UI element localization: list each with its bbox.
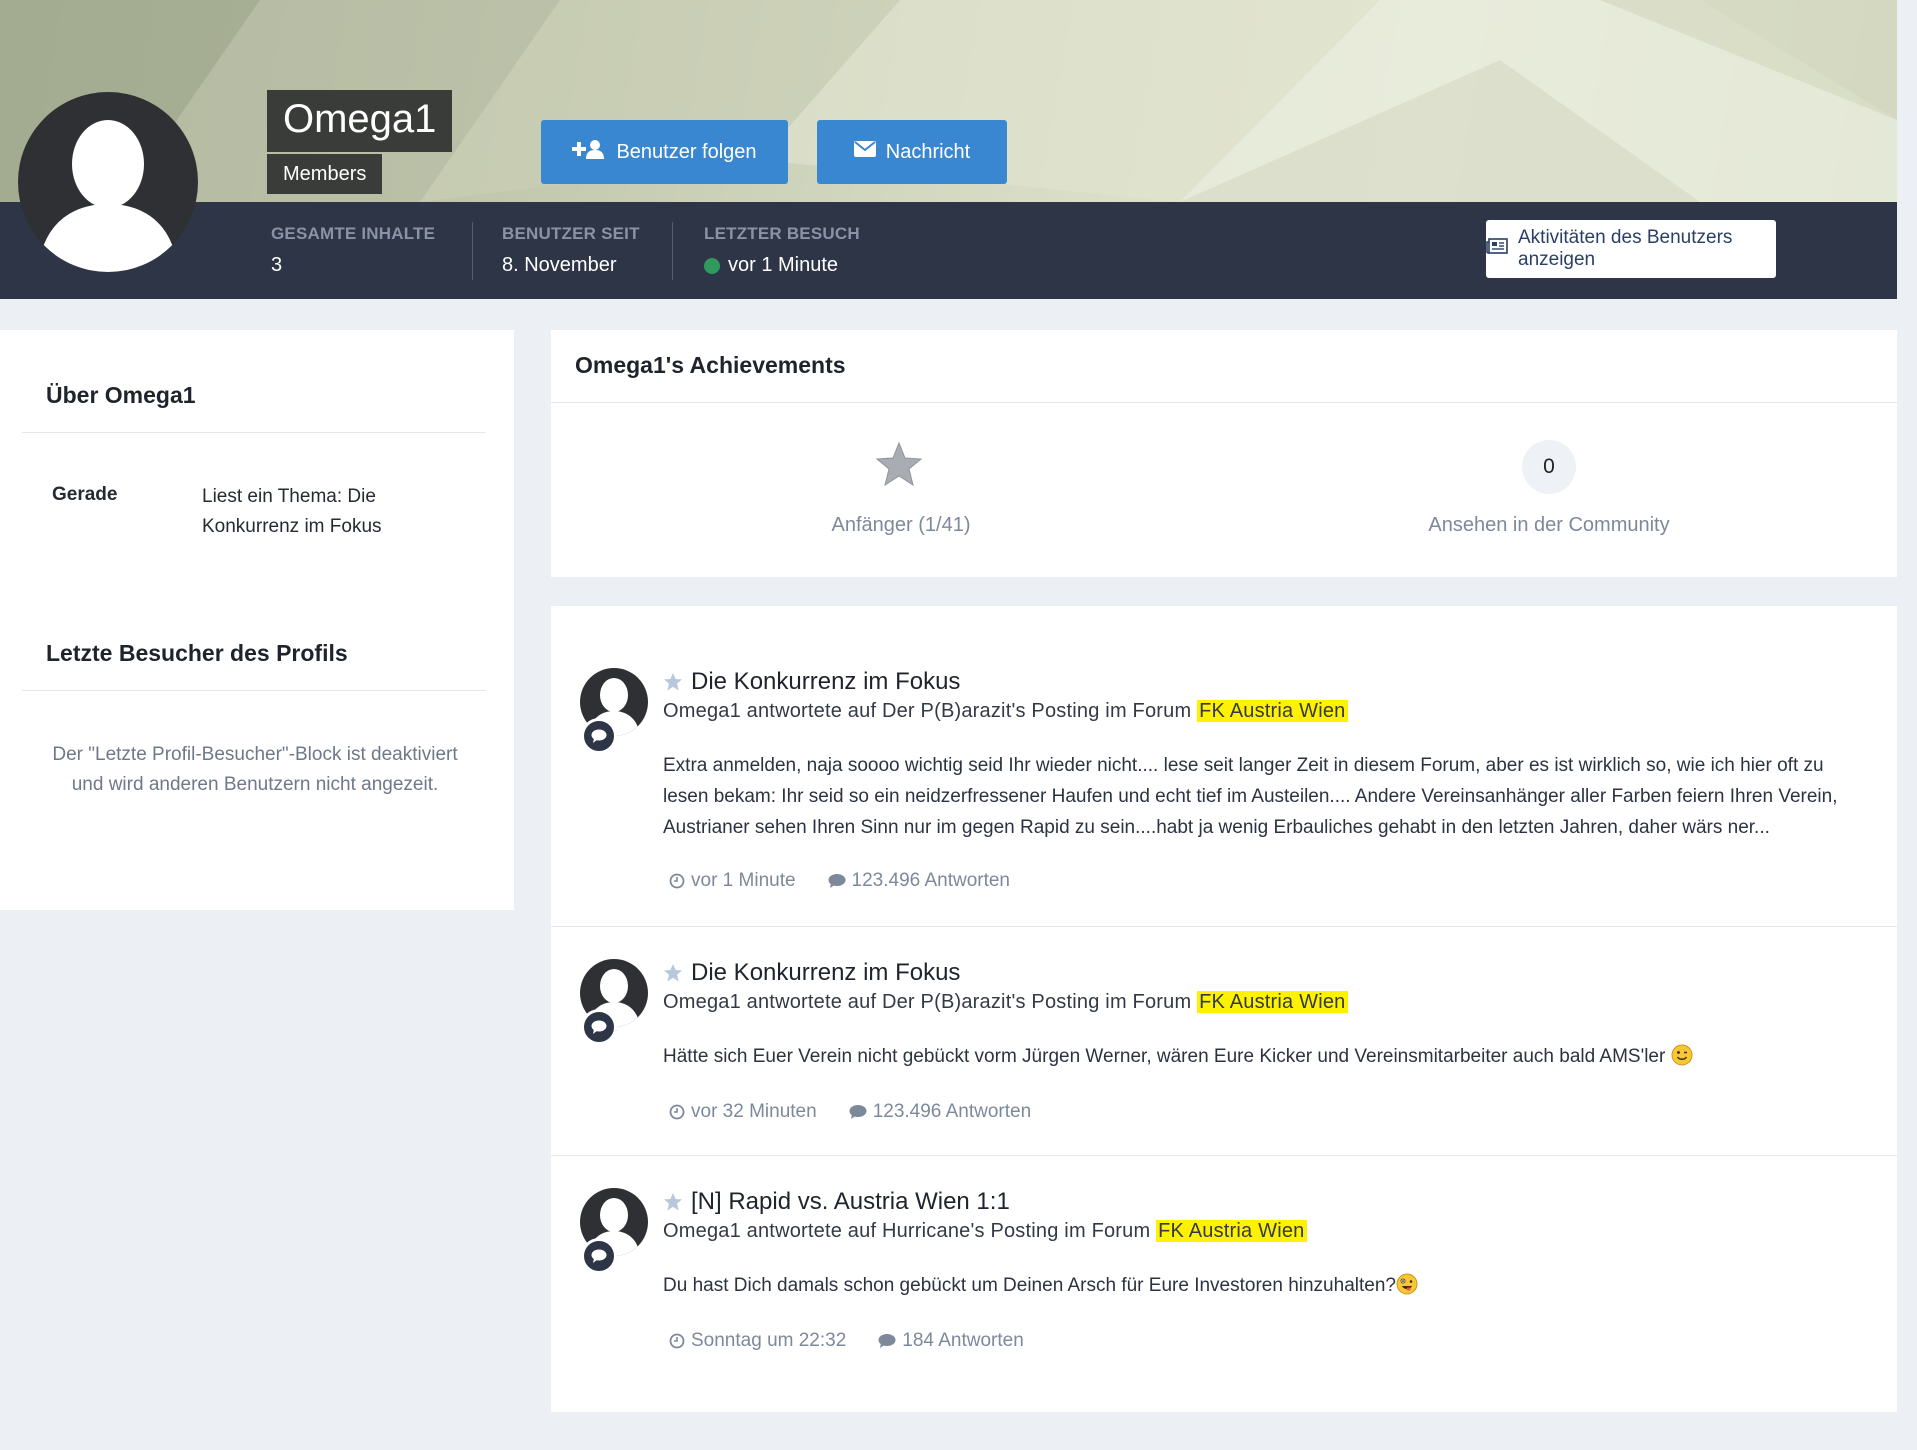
forum-link[interactable]: FK Austria Wien — [1197, 991, 1348, 1013]
message-label: Nachricht — [885, 140, 971, 163]
stat-label: LETZTER BESUCH — [704, 224, 860, 243]
stat-divider — [472, 222, 473, 280]
activity-title-row: [N] Rapid vs. Austria Wien 1:1 — [663, 1188, 1010, 1216]
activity-snippet: Du hast Dich damals schon gebückt um Dei… — [663, 1270, 1873, 1301]
rank-star-icon[interactable] — [875, 440, 923, 488]
section-divider — [551, 402, 1897, 403]
activity-snippet: Hätte sich Euer Verein nicht gebückt vor… — [663, 1041, 1873, 1072]
activity-title-link[interactable]: Die Konkurrenz im Fokus — [691, 959, 960, 987]
activity-replies-text: 123.496 Antworten — [872, 1101, 1032, 1122]
activity-replies: 123.496 Antworten — [849, 1101, 1031, 1123]
follow-user-button[interactable]: Benutzer folgen — [541, 120, 788, 184]
activity-subtitle-text: Omega1 antwortete auf Hurricane's Postin… — [663, 1220, 1157, 1242]
activity-meta: Sonntag um 22:32 184 Antworten — [669, 1330, 1024, 1352]
stat-value: vor 1 Minute — [728, 254, 839, 276]
stat-label: GESAMTE INHALTE — [271, 224, 436, 243]
visitors-disabled-note: Der "Letzte Profil-Besucher"-Block ist d… — [52, 744, 458, 795]
activity-item: [N] Rapid vs. Austria Wien 1:1 Omega1 an… — [551, 1156, 1897, 1412]
activity-subtitle: Omega1 antwortete auf Hurricane's Postin… — [663, 1220, 1307, 1243]
activity-time-text[interactable]: Sonntag um 22:32 — [691, 1330, 846, 1352]
activity-time: vor 1 Minute — [669, 870, 796, 892]
activity-time-text[interactable]: vor 1 Minute — [691, 870, 796, 892]
about-section-title: Über Omega1 — [46, 382, 196, 408]
star-icon — [664, 964, 682, 982]
crazy-face-emoji-icon — [1396, 1273, 1418, 1295]
message-button[interactable]: Nachricht — [817, 120, 1007, 184]
section-divider — [22, 690, 486, 691]
stat-last-visit-value-row: vor 1 Minute — [704, 254, 860, 277]
profile-avatar[interactable] — [18, 92, 198, 272]
profile-page: Omega1 Members Benutzer folgen Nachricht… — [0, 0, 1917, 1450]
view-user-activity-label: Aktivitäten des Benutzers anzeigen — [1518, 227, 1733, 270]
newspaper-icon — [1486, 238, 1508, 260]
comment-bubble-icon — [581, 1238, 617, 1274]
stat-member-since: BENUTZER SEIT 8. November — [502, 224, 640, 277]
activity-replies: 123.496 Antworten — [828, 870, 1010, 892]
activity-snippet-text: Hätte sich Euer Verein nicht gebückt vor… — [663, 1046, 1666, 1067]
activity-item: Die Konkurrenz im Fokus Omega1 antwortet… — [551, 606, 1897, 926]
activity-subtitle-text: Omega1 antwortete auf Der P(B)arazit's P… — [663, 700, 1198, 722]
view-user-activity-button[interactable]: Aktivitäten des Benutzers anzeigen — [1486, 220, 1776, 278]
comment-bubble-icon — [581, 1009, 617, 1045]
achievements-title: Omega1's Achievements — [575, 352, 846, 378]
section-divider — [22, 432, 486, 433]
profile-sidebar — [0, 330, 514, 910]
forum-link[interactable]: FK Austria Wien — [1197, 700, 1348, 722]
activity-subtitle: Omega1 antwortete auf Der P(B)arazit's P… — [663, 700, 1348, 723]
activity-replies: 184 Antworten — [878, 1330, 1024, 1352]
activity-subtitle-text: Omega1 antwortete auf Der P(B)arazit's P… — [663, 991, 1198, 1013]
activity-title-row: Die Konkurrenz im Fokus — [663, 668, 960, 696]
activity-item: Die Konkurrenz im Fokus Omega1 antwortet… — [551, 927, 1897, 1155]
stat-total-content: GESAMTE INHALTE 3 — [271, 224, 435, 277]
clock-icon — [669, 873, 685, 889]
stat-last-visit: LETZTER BESUCH vor 1 Minute — [704, 224, 860, 277]
stat-value: 3 — [271, 254, 283, 276]
comment-icon — [849, 1105, 867, 1119]
visitors-section-title: Letzte Besucher des Profils — [46, 640, 348, 666]
status-value: Liest ein Thema: Die Konkurrenz im Fokus — [202, 486, 382, 537]
wink-emoji-icon — [1671, 1044, 1693, 1066]
activity-meta: vor 1 Minute 123.496 Antworten — [669, 870, 1010, 892]
online-status-icon — [704, 257, 720, 274]
reputation-label: Ansehen in der Community — [1428, 514, 1670, 536]
comment-bubble-icon — [581, 718, 617, 754]
activity-snippet: Extra anmelden, naja soooo wichtig seid … — [663, 755, 1838, 838]
comment-icon — [878, 1334, 896, 1348]
envelope-icon — [853, 140, 876, 164]
activity-time-text[interactable]: vor 32 Minuten — [691, 1101, 817, 1123]
stat-divider — [672, 222, 673, 280]
activity-stream: Die Konkurrenz im Fokus Omega1 antwortet… — [551, 606, 1897, 1412]
activity-time: Sonntag um 22:32 — [669, 1330, 846, 1352]
activity-meta: vor 32 Minuten 123.496 Antworten — [669, 1101, 1031, 1123]
status-key: Gerade — [52, 484, 118, 505]
achievements-panel: Omega1's Achievements Anfänger (1/41) 0 … — [551, 330, 1897, 577]
profile-username: Omega1 — [267, 90, 453, 152]
forum-link[interactable]: FK Austria Wien — [1156, 1220, 1307, 1242]
clock-icon — [669, 1104, 685, 1120]
activity-subtitle: Omega1 antwortete auf Der P(B)arazit's P… — [663, 991, 1348, 1014]
activity-replies-text: 123.496 Antworten — [851, 870, 1011, 891]
comment-icon — [828, 874, 846, 888]
reputation-count: 0 — [1522, 440, 1576, 494]
activity-title-link[interactable]: Die Konkurrenz im Fokus — [691, 668, 960, 696]
activity-replies-text: 184 Antworten — [902, 1330, 1024, 1351]
rank-label[interactable]: Anfänger (1/41) — [751, 514, 1051, 537]
follow-user-label: Benutzer folgen — [616, 140, 757, 163]
activity-title-link[interactable]: [N] Rapid vs. Austria Wien 1:1 — [691, 1188, 1010, 1216]
star-icon — [664, 673, 682, 691]
profile-group-badge: Members — [267, 154, 383, 194]
star-icon — [664, 1193, 682, 1211]
stat-label: BENUTZER SEIT — [502, 224, 640, 243]
clock-icon — [669, 1333, 685, 1349]
activity-time: vor 32 Minuten — [669, 1101, 817, 1123]
stat-value: 8. November — [502, 254, 617, 276]
user-plus-icon — [572, 139, 606, 165]
activity-snippet-text: Du hast Dich damals schon gebückt um Dei… — [663, 1275, 1396, 1296]
activity-title-row: Die Konkurrenz im Fokus — [663, 959, 960, 987]
